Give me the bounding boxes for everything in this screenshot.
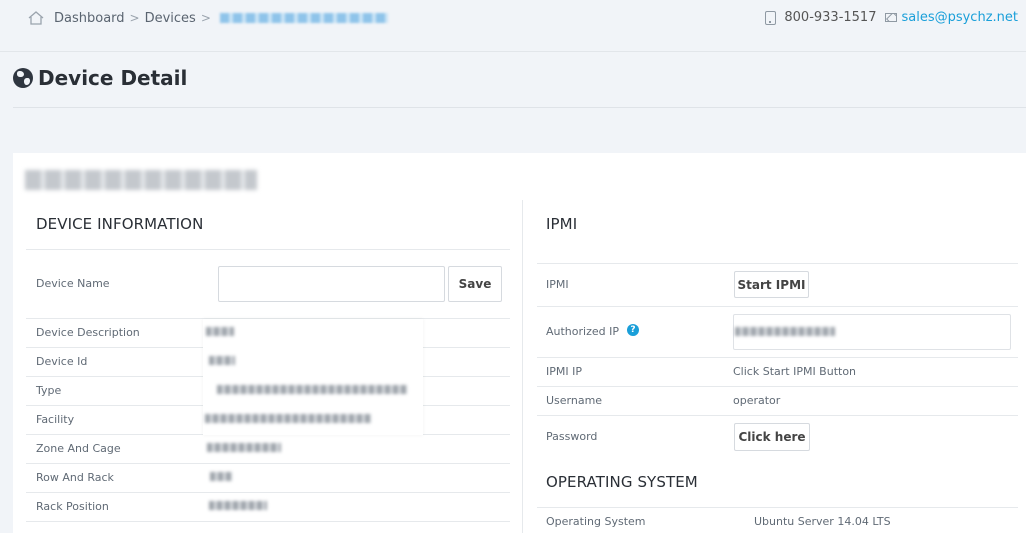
device-id-value: [209, 356, 235, 365]
contact-info: 800-933-1517 sales@psychz.net: [765, 10, 1018, 25]
device-card: DEVICE INFORMATION Device Name Save Devi…: [13, 153, 1026, 533]
row-and-rack-label: Row And Rack: [36, 471, 114, 484]
row-and-rack-value: [210, 472, 232, 481]
divider: [26, 521, 510, 522]
device-name-heading: [25, 170, 257, 190]
phone-number: 800-933-1517: [784, 10, 877, 25]
divider: [537, 386, 1018, 387]
ipmi-ip-value: Click Start IPMI Button: [733, 365, 857, 378]
ipmi-ip-label: IPMI IP: [546, 365, 582, 378]
phone-icon: [765, 10, 777, 25]
ipmi-heading: IPMI: [546, 215, 578, 233]
title-divider: [13, 107, 1026, 108]
email-link[interactable]: sales@psychz.net: [901, 10, 1018, 25]
device-name-label: Device Name: [36, 277, 110, 290]
start-ipmi-button[interactable]: Start IPMI: [734, 271, 809, 298]
breadcrumb: Dashboard > Devices >: [27, 10, 388, 26]
page-title: Device Detail: [38, 66, 188, 90]
help-icon[interactable]: ?: [627, 324, 639, 336]
mail-icon: [885, 13, 898, 22]
rack-position-label: Rack Position: [36, 500, 109, 513]
ipmi-label: IPMI: [546, 278, 569, 291]
username-value: operator: [733, 394, 781, 407]
password-reveal-button[interactable]: Click here: [734, 423, 810, 451]
device-description-label: Device Description: [36, 326, 140, 339]
authorized-ip-value: [735, 327, 835, 336]
home-icon[interactable]: [27, 10, 45, 26]
column-divider: [522, 200, 523, 533]
divider: [26, 492, 510, 493]
zone-and-cage-value: [207, 443, 281, 452]
username-label: Username: [546, 394, 603, 407]
device-id-label: Device Id: [36, 355, 88, 368]
breadcrumb-current-device: [219, 13, 388, 23]
type-label: Type: [36, 384, 62, 397]
page-header: Device Detail: [13, 66, 187, 90]
facility-value: [205, 414, 371, 423]
divider: [537, 415, 1018, 416]
divider: [537, 263, 1018, 264]
top-bar: Dashboard > Devices > 800-933-1517 sales…: [0, 0, 1026, 52]
type-value: [217, 385, 407, 394]
device-information-heading: DEVICE INFORMATION: [36, 215, 204, 233]
divider: [26, 463, 510, 464]
save-button[interactable]: Save: [448, 266, 502, 302]
authorized-ip-label: Authorized IP: [546, 325, 619, 338]
breadcrumb-devices[interactable]: Devices: [145, 11, 196, 26]
operating-system-label: Operating System: [546, 515, 646, 528]
operating-system-value: Ubuntu Server 14.04 LTS: [754, 515, 891, 528]
globe-icon: [13, 68, 33, 88]
breadcrumb-separator: >: [200, 11, 211, 25]
divider: [537, 357, 1018, 358]
breadcrumb-separator: >: [129, 11, 140, 25]
divider: [537, 306, 1018, 307]
password-label: Password: [546, 430, 598, 443]
device-description-value: [206, 327, 234, 336]
divider: [26, 249, 510, 250]
facility-label: Facility: [36, 413, 75, 426]
zone-and-cage-label: Zone And Cage: [36, 442, 121, 455]
divider: [537, 507, 1018, 508]
device-name-input[interactable]: [218, 266, 445, 302]
operating-system-heading: OPERATING SYSTEM: [546, 473, 698, 491]
breadcrumb-dashboard[interactable]: Dashboard: [54, 11, 125, 26]
rack-position-value: [209, 501, 267, 510]
